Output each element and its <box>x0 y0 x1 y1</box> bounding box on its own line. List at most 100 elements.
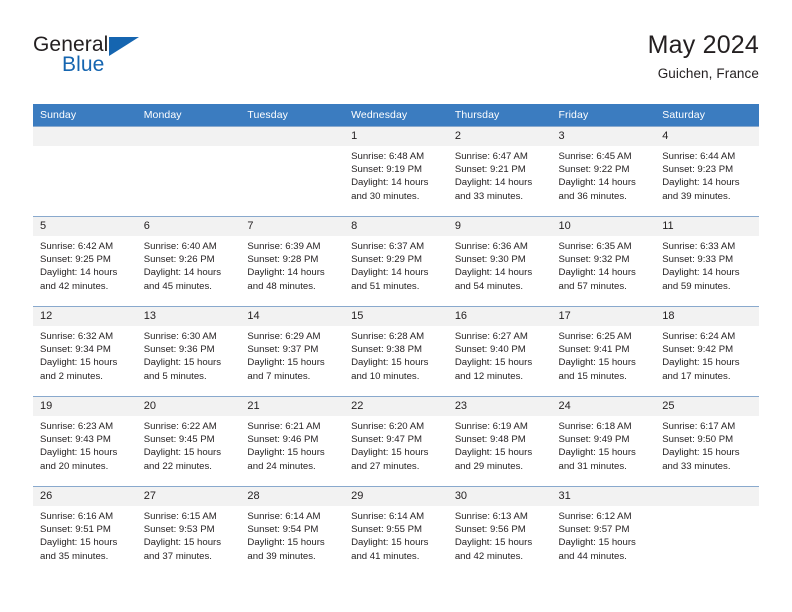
day-cell[interactable]: 22 Sunrise: 6:20 AM Sunset: 9:47 PM Dayligh… <box>344 396 448 487</box>
daylight-text-line1: Daylight: 14 hours <box>351 267 429 279</box>
day-number <box>136 127 241 146</box>
day-cell[interactable]: 14 Sunrise: 6:29 AM Sunset: 9:37 PM Dayligh… <box>240 306 345 397</box>
day-cell[interactable]: 16 Sunrise: 6:27 AM Sunset: 9:40 PM Dayligh… <box>447 306 552 397</box>
daylight-text-line2: and 35 minutes. <box>40 550 109 562</box>
day-details: Sunrise: 6:16 AM Sunset: 9:51 PM Daylight:… <box>33 506 137 563</box>
day-cell[interactable] <box>33 126 137 217</box>
sunset-text: Sunset: 9:54 PM <box>247 524 319 536</box>
day-number: 20 <box>136 397 241 416</box>
day-cell[interactable]: 7 Sunrise: 6:39 AM Sunset: 9:28 PM Daylight… <box>240 216 345 307</box>
day-details: Sunrise: 6:18 AM Sunset: 9:49 PM Daylight:… <box>552 416 656 473</box>
sunset-text: Sunset: 9:32 PM <box>558 254 630 266</box>
day-number: 23 <box>447 397 552 416</box>
day-cell[interactable]: 15 Sunrise: 6:28 AM Sunset: 9:38 PM Dayligh… <box>344 306 448 397</box>
day-cell[interactable]: 4 Sunrise: 6:44 AM Sunset: 9:23 PM Daylight… <box>655 126 759 217</box>
day-cell[interactable]: 28 Sunrise: 6:14 AM Sunset: 9:54 PM Dayligh… <box>240 486 345 577</box>
day-cell[interactable]: 27 Sunrise: 6:15 AM Sunset: 9:53 PM Dayligh… <box>136 486 241 577</box>
day-cell[interactable]: 2 Sunrise: 6:47 AM Sunset: 9:21 PM Daylight… <box>447 126 552 217</box>
day-details: Sunrise: 6:35 AM Sunset: 9:32 PM Daylight:… <box>552 236 656 293</box>
day-number: 31 <box>551 487 656 506</box>
day-cell[interactable]: 25 Sunrise: 6:17 AM Sunset: 9:50 PM Dayligh… <box>655 396 759 487</box>
day-cell[interactable]: 29 Sunrise: 6:14 AM Sunset: 9:55 PM Dayligh… <box>344 486 448 577</box>
calendar-table: Sunday Monday Tuesday Wednesday Thursday… <box>33 104 759 577</box>
day-cell[interactable]: 11 Sunrise: 6:33 AM Sunset: 9:33 PM Dayligh… <box>655 216 759 307</box>
day-details: Sunrise: 6:21 AM Sunset: 9:46 PM Daylight:… <box>240 416 344 473</box>
day-cell[interactable]: 3 Sunrise: 6:45 AM Sunset: 9:22 PM Daylight… <box>551 126 656 217</box>
daylight-text-line2: and 10 minutes. <box>351 370 420 382</box>
sunrise-text: Sunrise: 6:44 AM <box>662 151 736 162</box>
day-cell[interactable] <box>136 126 241 217</box>
day-cell[interactable]: 31 Sunrise: 6:12 AM Sunset: 9:57 PM Dayligh… <box>551 486 656 577</box>
day-details: Sunrise: 6:48 AM Sunset: 9:19 PM Daylight:… <box>344 146 448 203</box>
day-cell[interactable]: 8 Sunrise: 6:37 AM Sunset: 9:29 PM Daylight… <box>344 216 448 307</box>
weekday-header-friday: Friday <box>551 104 656 127</box>
day-cell[interactable]: 24 Sunrise: 6:18 AM Sunset: 9:49 PM Dayligh… <box>551 396 656 487</box>
day-number: 10 <box>551 217 656 236</box>
day-cell[interactable]: 17 Sunrise: 6:25 AM Sunset: 9:41 PM Dayligh… <box>551 306 656 397</box>
weekday-header-thursday: Thursday <box>447 104 552 127</box>
sunrise-text: Sunrise: 6:42 AM <box>40 241 114 252</box>
day-details: Sunrise: 6:30 AM Sunset: 9:36 PM Daylight:… <box>137 326 241 383</box>
day-details: Sunrise: 6:23 AM Sunset: 9:43 PM Daylight:… <box>33 416 137 473</box>
daylight-text-line2: and 24 minutes. <box>247 460 316 472</box>
sunset-text: Sunset: 9:57 PM <box>558 524 630 536</box>
day-details: Sunrise: 6:15 AM Sunset: 9:53 PM Daylight:… <box>137 506 241 563</box>
sunset-text: Sunset: 9:28 PM <box>247 254 319 266</box>
day-cell[interactable]: 10 Sunrise: 6:35 AM Sunset: 9:32 PM Dayligh… <box>551 216 656 307</box>
day-number: 3 <box>551 127 656 146</box>
day-details: Sunrise: 6:12 AM Sunset: 9:57 PM Daylight:… <box>552 506 656 563</box>
sunset-text: Sunset: 9:33 PM <box>662 254 734 266</box>
daylight-text-line2: and 54 minutes. <box>454 280 524 292</box>
daylight-text-line1: Daylight: 14 hours <box>40 267 118 279</box>
day-cell[interactable]: 12 Sunrise: 6:32 AM Sunset: 9:34 PM Dayligh… <box>33 306 137 397</box>
day-cell[interactable]: 30 Sunrise: 6:13 AM Sunset: 9:56 PM Dayligh… <box>447 486 552 577</box>
day-cell[interactable]: 23 Sunrise: 6:19 AM Sunset: 9:48 PM Dayligh… <box>447 396 552 487</box>
day-cell[interactable]: 13 Sunrise: 6:30 AM Sunset: 9:36 PM Dayligh… <box>136 306 241 397</box>
daylight-text-line1: Daylight: 15 hours <box>40 447 118 459</box>
day-details: Sunrise: 6:47 AM Sunset: 9:21 PM Daylight:… <box>448 146 552 203</box>
daylight-text-line1: Daylight: 14 hours <box>143 267 222 279</box>
daylight-text-line2: and 39 minutes. <box>247 550 316 562</box>
sunrise-text: Sunrise: 6:21 AM <box>247 421 321 432</box>
daylight-text-line1: Daylight: 15 hours <box>40 537 118 549</box>
daylight-text-line2: and 29 minutes. <box>454 460 524 472</box>
daylight-text-line1: Daylight: 15 hours <box>247 447 325 459</box>
day-number: 15 <box>344 307 448 326</box>
day-number: 29 <box>344 487 448 506</box>
day-cell[interactable]: 5 Sunrise: 6:42 AM Sunset: 9:25 PM Daylight… <box>33 216 137 307</box>
sunset-text: Sunset: 9:53 PM <box>143 524 215 536</box>
daylight-text-line2: and 2 minutes. <box>40 370 103 382</box>
day-cell[interactable]: 18 Sunrise: 6:24 AM Sunset: 9:42 PM Dayligh… <box>655 306 759 397</box>
day-number <box>240 127 345 146</box>
brand-name-secondary: Blue <box>62 53 105 76</box>
day-cell[interactable]: 6 Sunrise: 6:40 AM Sunset: 9:26 PM Daylight… <box>136 216 241 307</box>
sunrise-text: Sunrise: 6:23 AM <box>40 421 114 432</box>
daylight-text-line1: Daylight: 14 hours <box>662 267 740 279</box>
sunrise-text: Sunrise: 6:28 AM <box>351 331 425 342</box>
daylight-text-line1: Daylight: 15 hours <box>143 447 222 459</box>
sunrise-text: Sunrise: 6:36 AM <box>454 241 528 252</box>
day-cell[interactable]: 21 Sunrise: 6:21 AM Sunset: 9:46 PM Dayligh… <box>240 396 345 487</box>
day-cell[interactable]: 9 Sunrise: 6:36 AM Sunset: 9:30 PM Daylight… <box>447 216 552 307</box>
day-number <box>655 487 759 506</box>
sunset-text: Sunset: 9:26 PM <box>143 254 215 266</box>
day-cell[interactable]: 26 Sunrise: 6:16 AM Sunset: 9:51 PM Dayligh… <box>33 486 137 577</box>
day-cell[interactable]: 1 Sunrise: 6:48 AM Sunset: 9:19 PM Daylight… <box>344 126 448 217</box>
day-details: Sunrise: 6:27 AM Sunset: 9:40 PM Daylight:… <box>448 326 552 383</box>
weekday-header-sunday: Sunday <box>33 104 137 127</box>
daylight-text-line2: and 22 minutes. <box>143 460 212 472</box>
sunrise-text: Sunrise: 6:45 AM <box>558 151 632 162</box>
day-cell[interactable]: 19 Sunrise: 6:23 AM Sunset: 9:43 PM Dayligh… <box>33 396 137 487</box>
day-number: 19 <box>33 397 137 416</box>
daylight-text-line2: and 42 minutes. <box>40 280 109 292</box>
day-cell[interactable] <box>655 486 759 577</box>
day-cell[interactable] <box>240 126 345 217</box>
day-details: Sunrise: 6:13 AM Sunset: 9:56 PM Daylight:… <box>448 506 552 563</box>
day-number: 26 <box>33 487 137 506</box>
day-number: 28 <box>240 487 345 506</box>
sunset-text: Sunset: 9:37 PM <box>247 344 319 356</box>
sunrise-text: Sunrise: 6:22 AM <box>143 421 217 432</box>
day-cell[interactable]: 20 Sunrise: 6:22 AM Sunset: 9:45 PM Dayligh… <box>136 396 241 487</box>
day-details: Sunrise: 6:22 AM Sunset: 9:45 PM Daylight:… <box>137 416 241 473</box>
sunrise-text: Sunrise: 6:16 AM <box>40 511 114 522</box>
